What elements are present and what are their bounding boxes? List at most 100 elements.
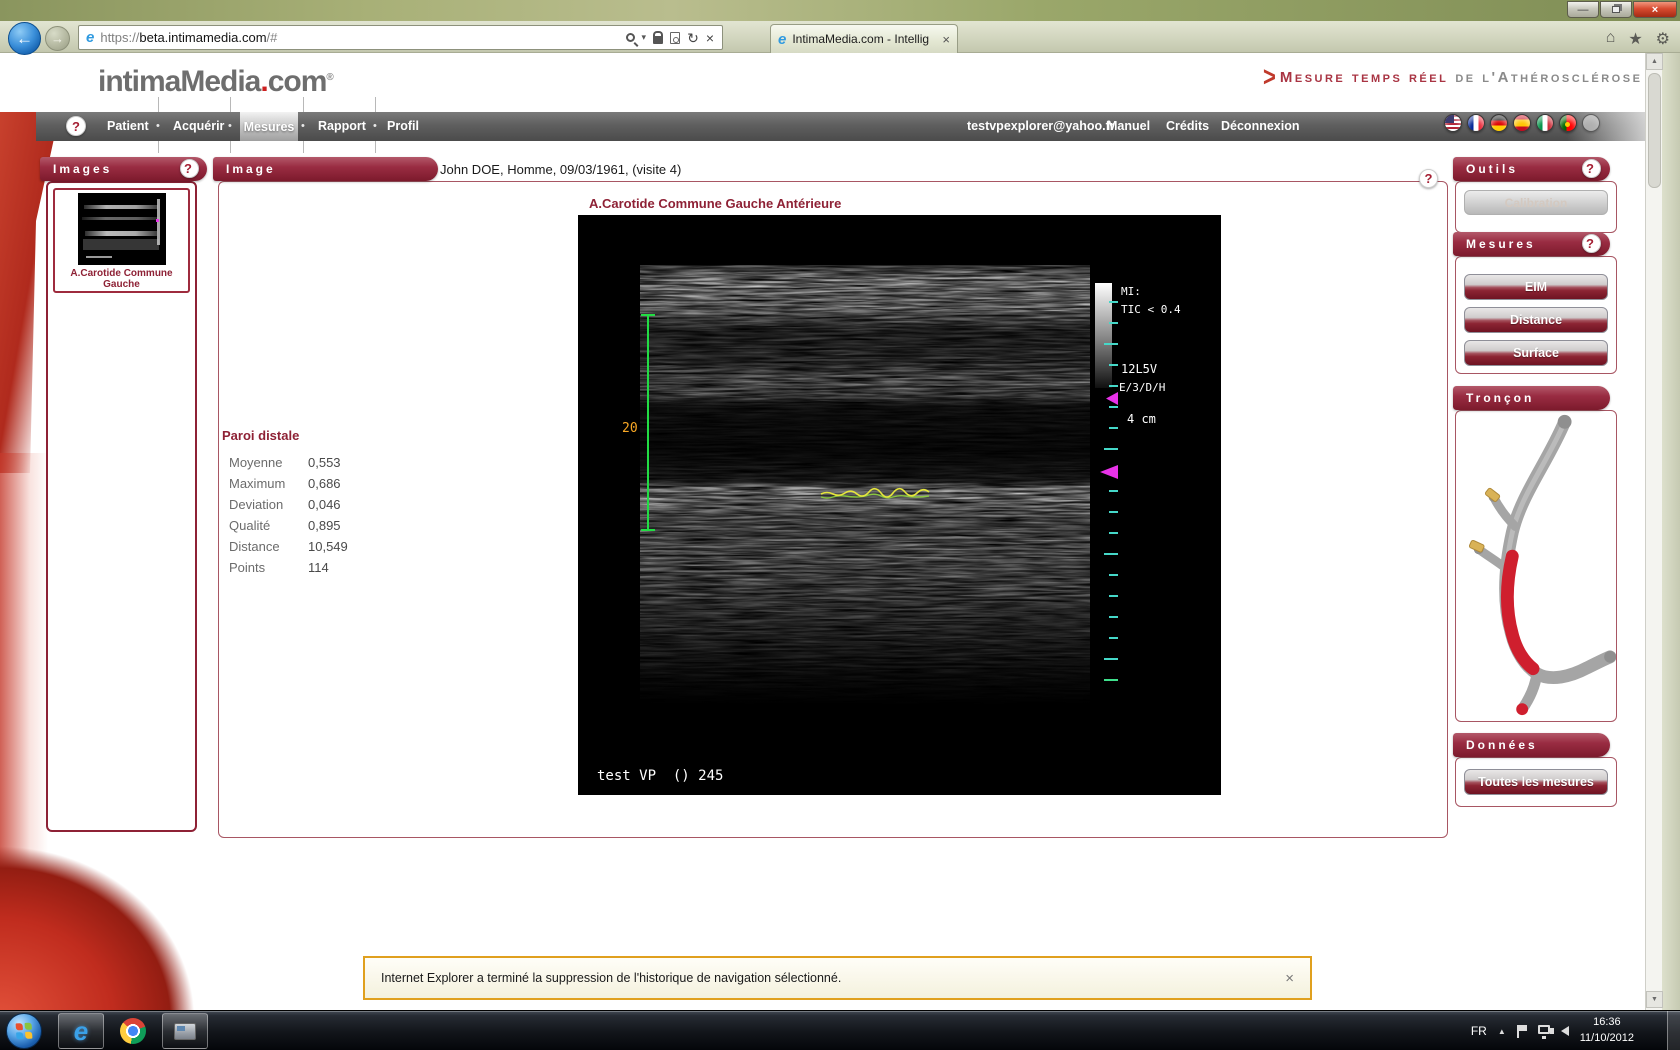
images-panel-header: Images ?: [40, 157, 207, 181]
start-button[interactable]: [6, 1013, 42, 1049]
image-help-icon[interactable]: ?: [1419, 169, 1438, 188]
show-desktop-button[interactable]: [1667, 1011, 1680, 1050]
scrollbar-thumb[interactable]: [1648, 73, 1661, 188]
home-icon[interactable]: ⌂: [1606, 29, 1616, 49]
toutes-les-mesures-button[interactable]: Toutes les mesures: [1464, 769, 1608, 795]
forward-button[interactable]: →: [45, 26, 70, 51]
thumbnail-item-selected[interactable]: A.Carotide Commune Gauche: [53, 188, 190, 293]
notification-close-icon[interactable]: ×: [1285, 970, 1310, 987]
depth-label: 4 cm: [1127, 412, 1156, 426]
flag-it-icon[interactable]: [1536, 114, 1554, 132]
clock[interactable]: 16:36 11/10/2012: [1580, 1015, 1634, 1047]
measure-label: Moyenne: [222, 455, 308, 470]
measure-label: Deviation: [222, 497, 308, 512]
flag-fr-icon[interactable]: [1467, 114, 1485, 132]
search-icon[interactable]: [626, 33, 635, 42]
network-icon[interactable]: [1538, 1025, 1550, 1034]
calibration-button[interactable]: Calibration: [1464, 190, 1608, 215]
taskbar: e FR ▲ 16:36 11/10/2012: [0, 1010, 1680, 1050]
address-bar[interactable]: e https://beta.intimamedia.com/# ▾ ↻ ×: [78, 25, 723, 50]
measure-label: Qualité: [222, 518, 308, 533]
scroll-up-icon[interactable]: ▲: [1646, 53, 1663, 70]
nav-bullet: •: [228, 120, 232, 132]
compatibility-view-icon[interactable]: [670, 32, 680, 44]
flag-es-icon[interactable]: [1513, 114, 1531, 132]
stop-icon[interactable]: ×: [706, 31, 714, 45]
restore-button[interactable]: [1600, 1, 1632, 18]
nav-link-manuel[interactable]: Manuel: [1107, 119, 1150, 133]
surface-button[interactable]: Surface: [1464, 340, 1608, 366]
red-wave-decoration-bottom: [0, 823, 240, 1010]
ultrasound-thumbnail: [78, 193, 166, 265]
nav-item-profil[interactable]: Profil: [387, 119, 419, 133]
browser-tab[interactable]: e IntimaMedia.com - Intellig... ×: [770, 24, 958, 53]
window-frame: [1662, 53, 1680, 1010]
url-path: /#: [267, 30, 278, 45]
nav-link-credits[interactable]: Crédits: [1166, 119, 1209, 133]
artery-diagram[interactable]: [1456, 411, 1616, 721]
outils-help-icon[interactable]: ?: [1582, 159, 1601, 178]
nav-bullet: •: [301, 120, 305, 132]
tray-caret-icon[interactable]: ▲: [1498, 1027, 1506, 1036]
tic-label: TIC < 0.4: [1121, 303, 1181, 316]
settings-gear-icon[interactable]: ⚙: [1656, 29, 1670, 49]
measure-value: 0,686: [308, 476, 341, 491]
grayscale-bar: [1095, 283, 1112, 388]
language-indicator[interactable]: FR: [1471, 1024, 1487, 1038]
measurement-block: Paroi distale Moyenne0,553 Maximum0,686 …: [222, 428, 432, 578]
minimize-button[interactable]: —: [1567, 1, 1599, 18]
measurement-title: Paroi distale: [222, 428, 432, 443]
image-panel-header: Image: [213, 157, 438, 181]
close-button[interactable]: ×: [1633, 1, 1677, 18]
measure-label: Distance: [222, 539, 308, 554]
nav-item-rapport[interactable]: Rapport: [318, 119, 366, 133]
nav-link-deconnexion[interactable]: Déconnexion: [1221, 119, 1300, 133]
page-viewport: intimaMedia.com® > Mesure temps réel de …: [0, 53, 1662, 1010]
nav-help-icon[interactable]: ?: [66, 116, 86, 136]
distance-button[interactable]: Distance: [1464, 307, 1608, 333]
flag-de-icon[interactable]: [1490, 114, 1508, 132]
tab-close-icon[interactable]: ×: [942, 32, 957, 47]
ultrasound-image[interactable]: 20 MI: TIC < 0.4 12L5V E/3/D/H 4 cm test…: [578, 215, 1221, 795]
page-scrollbar[interactable]: ▲ ▼: [1645, 53, 1662, 1010]
caliper-value-label: 20: [622, 421, 638, 436]
ie-icon: e: [74, 1016, 88, 1047]
chrome-icon: [120, 1018, 146, 1044]
mesures-panel: EIM Distance Surface: [1455, 256, 1617, 374]
back-button[interactable]: ←: [8, 22, 41, 55]
account-email[interactable]: testvpexplorer@yahoo.fr: [967, 119, 1115, 133]
taskbar-ie-button[interactable]: e: [58, 1013, 104, 1049]
refresh-icon[interactable]: ↻: [687, 31, 699, 45]
eim-button[interactable]: EIM: [1464, 274, 1608, 300]
screen: — × ← → e https://beta.intimamedia.com/#…: [0, 0, 1680, 1050]
nav-item-patient[interactable]: Patient: [107, 119, 149, 133]
scroll-down-icon[interactable]: ▼: [1646, 991, 1663, 1008]
caret-down-icon[interactable]: ▾: [642, 32, 647, 43]
mesures-panel-header: Mesures ?: [1453, 232, 1610, 256]
flag-pt-icon[interactable]: [1559, 114, 1577, 132]
patient-info: John DOE, Homme, 09/03/1961, (visite 4): [440, 162, 681, 177]
measure-value: 0,553: [308, 455, 341, 470]
thumbnail-caption: A.Carotide Commune Gauche: [55, 268, 188, 290]
measure-value: 0,046: [308, 497, 341, 512]
favorites-star-icon[interactable]: ★: [1628, 29, 1642, 49]
main-navbar: ? Patient • Acquérir • Mesures • Rapport…: [36, 112, 1662, 141]
volume-icon[interactable]: [1561, 1026, 1569, 1036]
images-help-icon[interactable]: ?: [180, 159, 199, 178]
nav-item-mesures-active[interactable]: Mesures: [240, 112, 298, 141]
mesures-help-icon[interactable]: ?: [1582, 234, 1601, 253]
images-panel: A.Carotide Commune Gauche: [46, 181, 197, 832]
nav-item-acquerir[interactable]: Acquérir: [173, 119, 224, 133]
notification-message: Internet Explorer a terminé la suppressi…: [365, 971, 841, 985]
taskbar-app-button[interactable]: [162, 1013, 208, 1049]
taskbar-chrome-button[interactable]: [110, 1013, 156, 1049]
flag-us-icon[interactable]: [1444, 114, 1462, 132]
action-center-flag-icon[interactable]: [1517, 1025, 1527, 1038]
measure-label: Maximum: [222, 476, 308, 491]
lock-icon: [653, 36, 663, 44]
troncon-panel: [1455, 410, 1617, 722]
tab-favicon: e: [778, 31, 786, 48]
restore-icon: [1612, 6, 1620, 13]
measure-label: Points: [222, 560, 308, 575]
tab-title: IntimaMedia.com - Intellig...: [792, 32, 930, 46]
